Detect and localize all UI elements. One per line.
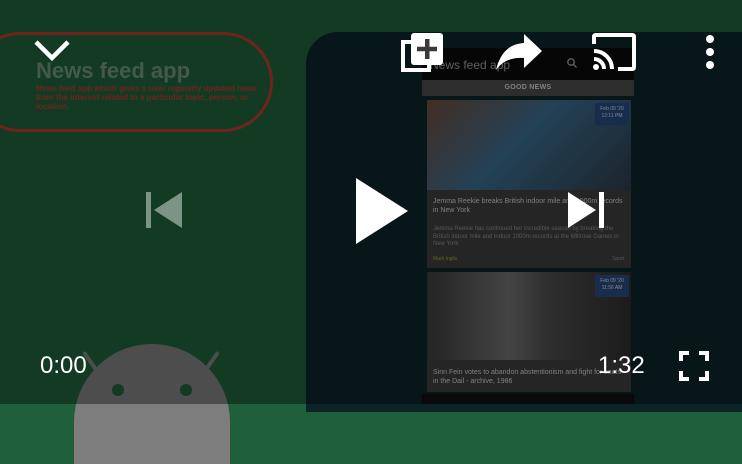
more-vert-icon[interactable] [702, 34, 718, 70]
fullscreen-icon[interactable] [678, 350, 710, 382]
cast-icon[interactable] [590, 32, 638, 72]
current-time: 0:00 [40, 352, 87, 379]
play-icon[interactable] [352, 174, 412, 248]
playlist-add-icon[interactable] [400, 30, 446, 74]
skip-next-icon[interactable] [566, 190, 608, 230]
duration: 1:32 [598, 352, 645, 379]
share-icon[interactable] [494, 32, 544, 72]
chevron-down-icon[interactable] [32, 36, 72, 64]
skip-previous-icon[interactable] [142, 190, 184, 230]
